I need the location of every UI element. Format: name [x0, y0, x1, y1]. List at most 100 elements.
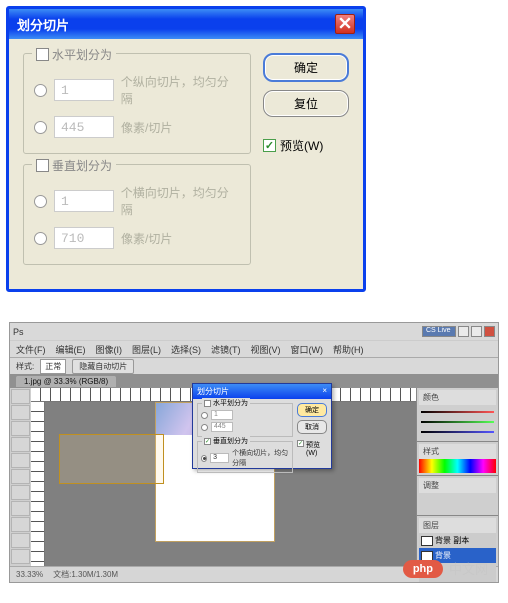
vertical-count-input[interactable]: 1 [54, 190, 114, 212]
ps-tab-active[interactable]: 1.jpg @ 33.3% (RGB/8) [16, 376, 116, 387]
ok-button[interactable]: 确定 [263, 53, 349, 82]
tool-lasso[interactable] [11, 421, 30, 436]
inline-h-radio1[interactable] [201, 412, 208, 419]
vertical-legend-text: 垂直划分为 [52, 157, 112, 174]
reset-button[interactable]: 复位 [263, 90, 349, 117]
ps-toolbox [10, 388, 31, 566]
photoshop-window: Ps CS Live 文件(F) 编辑(E) 图像(I) 图层(L) 选择(S)… [9, 322, 499, 583]
cslive-button[interactable]: CS Live [422, 326, 456, 337]
horizontal-row-px: 445 像素/切片 [34, 116, 240, 138]
inline-h-checkbox[interactable] [204, 400, 211, 407]
preview-checkbox[interactable]: ✓ [263, 139, 276, 152]
ruler-vertical[interactable] [31, 402, 45, 566]
vertical-checkbox[interactable] [36, 159, 49, 172]
menu-select[interactable]: 选择(S) [171, 343, 201, 356]
inline-v-input1[interactable]: 3 [210, 453, 229, 463]
inline-preview-checkbox[interactable]: ✓ [297, 440, 304, 447]
close-button[interactable] [335, 14, 355, 34]
horizontal-radio-count[interactable] [34, 84, 47, 97]
spectrum-bar[interactable] [419, 459, 496, 473]
inline-cancel-button[interactable]: 取消 [297, 420, 327, 434]
opt-autoslice-button[interactable]: 隐藏自动切片 [72, 359, 134, 374]
slider-r[interactable] [421, 411, 494, 413]
tool-wand[interactable] [11, 437, 30, 452]
menu-image[interactable]: 图像(I) [96, 343, 123, 356]
menu-edit[interactable]: 编辑(E) [56, 343, 86, 356]
vertical-fieldset: 垂直划分为 1 个横向切片，均匀分隔 710 像素/切片 [23, 164, 251, 265]
layers-tab[interactable]: 图层 [423, 520, 439, 531]
inline-h-input2[interactable]: 445 [211, 422, 233, 432]
horizontal-row-count: 1 个纵向切片，均匀分隔 [34, 73, 240, 107]
layer-row-copy[interactable]: 背景 副本 [419, 533, 496, 548]
inline-v-label: 个横向切片，均匀分隔 [232, 448, 289, 468]
swatch-tab[interactable]: 样式 [423, 446, 439, 457]
inline-v-radio1[interactable] [201, 455, 207, 462]
title-bar[interactable]: 划分切片 [9, 9, 363, 39]
vertical-row-count: 1 个横向切片，均匀分隔 [34, 184, 240, 218]
menu-view[interactable]: 视图(V) [251, 343, 281, 356]
tool-gradient[interactable] [11, 549, 30, 564]
menu-help[interactable]: 帮助(H) [333, 343, 364, 356]
vertical-row-px: 710 像素/切片 [34, 227, 240, 249]
vertical-px-label: 像素/切片 [121, 230, 172, 247]
horizontal-px-input[interactable]: 445 [54, 116, 114, 138]
vertical-legend[interactable]: 垂直划分为 [32, 157, 116, 174]
inline-v-fieldset: ✓垂直划分为 3个横向切片，均匀分隔 [197, 441, 293, 473]
inline-slice-dialog: 划分切片 × 水平划分为 1 445 ✓垂直划分为 3个横向切片，均匀分隔 确定… [192, 383, 332, 469]
color-panel: 颜色 [417, 388, 498, 442]
preview-label: 预览(W) [280, 137, 323, 154]
tool-brush[interactable] [11, 501, 30, 516]
tool-move[interactable] [11, 389, 30, 404]
ps-panels: 颜色 样式 调整 图层 背景 副本 [416, 388, 498, 566]
vertical-radio-px[interactable] [34, 232, 47, 245]
watermark: php 中文网 [403, 559, 488, 578]
inline-h-fieldset: 水平划分为 1 445 [197, 403, 293, 437]
ps-close-button[interactable] [484, 326, 495, 337]
opt-style-label: 样式: [16, 361, 34, 372]
vertical-count-label: 个横向切片，均匀分隔 [121, 184, 240, 218]
horizontal-legend[interactable]: 水平划分为 [32, 46, 116, 63]
menu-file[interactable]: 文件(F) [16, 343, 46, 356]
tool-stamp[interactable] [11, 517, 30, 532]
tool-heal[interactable] [11, 485, 30, 500]
swatch-panel: 样式 [417, 442, 498, 476]
inline-ok-button[interactable]: 确定 [297, 403, 327, 417]
horizontal-radio-px[interactable] [34, 121, 47, 134]
inline-preview-label: 预览(W) [306, 440, 327, 457]
vertical-radio-count[interactable] [34, 195, 47, 208]
adjust-tab[interactable]: 调整 [423, 480, 439, 491]
rgb-sliders[interactable] [419, 405, 496, 439]
horizontal-count-input[interactable]: 1 [54, 79, 114, 101]
slice-highlight[interactable] [59, 434, 164, 484]
menu-window[interactable]: 窗口(W) [291, 343, 324, 356]
tool-eraser[interactable] [11, 533, 30, 548]
inline-close-icon[interactable]: × [322, 386, 327, 397]
ps-title-bar[interactable]: Ps CS Live [10, 323, 498, 340]
php-cn-text: 中文网 [449, 559, 488, 578]
slider-b[interactable] [421, 431, 494, 433]
tool-eyedropper[interactable] [11, 469, 30, 484]
menu-filter[interactable]: 滤镜(T) [211, 343, 241, 356]
vertical-px-input[interactable]: 710 [54, 227, 114, 249]
opt-style-select[interactable]: 正常 [40, 359, 66, 374]
slice-dialog: 划分切片 水平划分为 1 个纵向切片，均匀分隔 445 [6, 6, 366, 292]
preview-row[interactable]: ✓ 预览(W) [263, 137, 349, 154]
ps-menu-bar[interactable]: 文件(F) 编辑(E) 图像(I) 图层(L) 选择(S) 滤镜(T) 视图(V… [10, 340, 498, 357]
layer-thumb-icon [421, 536, 433, 546]
horizontal-checkbox[interactable] [36, 48, 49, 61]
inline-title-bar[interactable]: 划分切片 × [193, 384, 331, 399]
color-tab[interactable]: 颜色 [423, 392, 439, 403]
inline-h-input1[interactable]: 1 [211, 410, 233, 420]
status-zoom[interactable]: 33.33% [16, 570, 43, 579]
inline-h-radio2[interactable] [201, 424, 208, 431]
ps-maximize-button[interactable] [471, 326, 482, 337]
slider-g[interactable] [421, 421, 494, 423]
tool-marquee[interactable] [11, 405, 30, 420]
dialog-body: 水平划分为 1 个纵向切片，均匀分隔 445 像素/切片 垂直划分为 [9, 39, 363, 289]
ps-minimize-button[interactable] [458, 326, 469, 337]
menu-layer[interactable]: 图层(L) [132, 343, 161, 356]
inline-v-checkbox[interactable]: ✓ [204, 438, 211, 445]
tool-crop[interactable] [11, 453, 30, 468]
status-doc: 文档:1.30M/1.30M [53, 569, 118, 580]
horizontal-px-label: 像素/切片 [121, 119, 172, 136]
